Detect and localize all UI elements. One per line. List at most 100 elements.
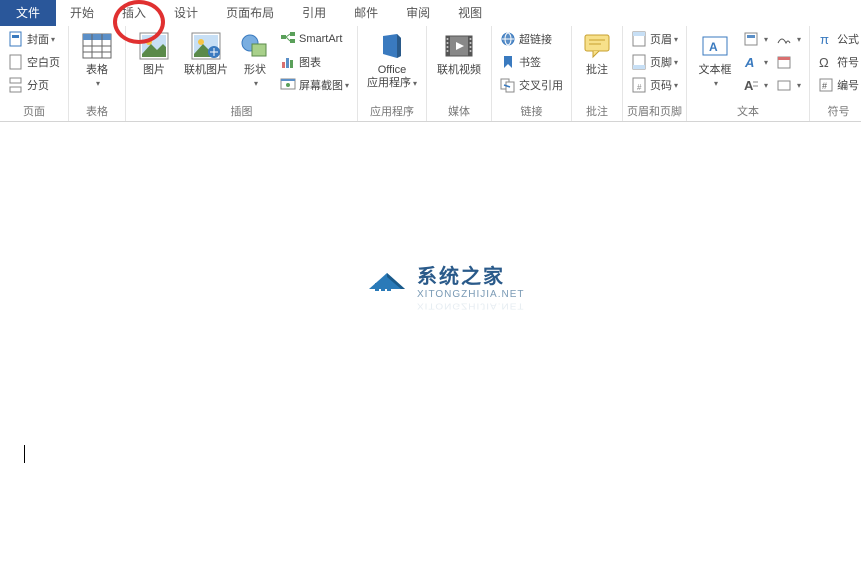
ribbon-tabs: 文件 开始 插入 设计 页面布局 引用 邮件 审阅 视图 (0, 0, 861, 26)
crossref-button[interactable]: 交叉引用 (496, 74, 567, 96)
text-misc-6[interactable]: ▾ (772, 74, 805, 96)
picture-icon (138, 30, 170, 62)
page-break-icon (8, 77, 24, 93)
page-break-button[interactable]: 分页 (4, 74, 64, 96)
svg-text:#: # (822, 81, 827, 91)
group-tables: 表格▾ 表格 (69, 26, 126, 121)
group-pages: 封面▾ 空白页 分页 页面 (0, 26, 69, 121)
bookmark-button[interactable]: 书签 (496, 51, 567, 73)
tab-view[interactable]: 视图 (444, 0, 496, 26)
group-pages-label: 页面 (4, 101, 64, 121)
text-misc-5[interactable] (772, 51, 805, 73)
group-apps: Office应用程序▾ 应用程序 (358, 26, 427, 121)
text-misc-1[interactable]: ▾ (739, 28, 772, 50)
svg-text:π: π (820, 32, 829, 47)
svg-text:A: A (744, 55, 754, 70)
symbol-icon: Ω (818, 54, 834, 70)
hyperlink-icon (500, 31, 516, 47)
group-text: A 文本框▾ ▾ A▾ A▾ ▾ ▾ 文本 (687, 26, 810, 121)
online-picture-button[interactable]: 联机图片 (178, 28, 234, 79)
tab-mail[interactable]: 邮件 (340, 0, 392, 26)
svg-text:#: # (637, 83, 642, 92)
tab-home[interactable]: 开始 (56, 0, 108, 26)
hyperlink-button[interactable]: 超链接 (496, 28, 567, 50)
textbox-button[interactable]: A 文本框▾ (691, 28, 739, 92)
footer-button[interactable]: 页脚▾ (627, 51, 682, 73)
numbering-button[interactable]: # 编号 (814, 74, 861, 96)
cover-page-icon (8, 31, 24, 47)
group-symbols-label: 符号 (814, 101, 861, 121)
text-cursor (24, 445, 25, 463)
watermark-logo-icon (365, 263, 409, 297)
page-number-button[interactable]: # 页码▾ (627, 74, 682, 96)
tab-design[interactable]: 设计 (160, 0, 212, 26)
group-text-label: 文本 (691, 101, 805, 121)
screenshot-icon (280, 77, 296, 93)
screenshot-button[interactable]: 屏幕截图▾ (276, 74, 353, 96)
tab-file[interactable]: 文件 (0, 0, 56, 26)
symbol-button[interactable]: Ω 符号 (814, 51, 861, 73)
chart-icon (280, 54, 296, 70)
comment-button[interactable]: 批注 (576, 28, 618, 79)
group-links: 超链接 书签 交叉引用 链接 (492, 26, 572, 121)
page-number-icon: # (631, 77, 647, 93)
equation-button[interactable]: π 公式 (814, 28, 861, 50)
text-misc-4[interactable]: ▾ (772, 28, 805, 50)
svg-text:Ω: Ω (819, 55, 829, 70)
date-time-icon (776, 54, 792, 70)
group-comments: 批注 批注 (572, 26, 623, 121)
dropcap-icon: A (743, 77, 759, 93)
blank-page-button[interactable]: 空白页 (4, 51, 64, 73)
office-apps-icon (376, 30, 408, 62)
picture-button[interactable]: 图片 (130, 28, 178, 79)
footer-icon (631, 54, 647, 70)
watermark-reflection: XITONGZHIJIA.NET (417, 301, 525, 310)
signature-icon (776, 31, 792, 47)
text-misc-3[interactable]: A▾ (739, 74, 772, 96)
equation-icon: π (818, 31, 834, 47)
header-icon (631, 31, 647, 47)
group-media: 联机视频 媒体 (427, 26, 492, 121)
header-button[interactable]: 页眉▾ (627, 28, 682, 50)
group-header-footer: 页眉▾ 页脚▾ # 页码▾ 页眉和页脚 (623, 26, 687, 121)
group-header-footer-label: 页眉和页脚 (627, 101, 682, 121)
watermark-title: 系统之家 (417, 260, 525, 289)
document-area[interactable]: 系统之家 XITONGZHIJIA.NET XITONGZHIJIA.NET (0, 152, 861, 572)
watermark-subtitle: XITONGZHIJIA.NET (417, 289, 525, 300)
tab-references[interactable]: 引用 (288, 0, 340, 26)
smartart-button[interactable]: SmartArt (276, 28, 353, 50)
tab-review[interactable]: 审阅 (392, 0, 444, 26)
group-comments-label: 批注 (576, 101, 618, 121)
group-illustrations-label: 插图 (130, 101, 353, 121)
object-icon (776, 77, 792, 93)
online-video-button[interactable]: 联机视频 (431, 28, 487, 79)
group-tables-label: 表格 (73, 101, 121, 121)
smartart-icon (280, 31, 296, 47)
numbering-icon: # (818, 77, 834, 93)
group-symbols: π 公式 Ω 符号 # 编号 符号 (810, 26, 861, 121)
table-button[interactable]: 表格▾ (73, 28, 121, 92)
video-icon (443, 30, 475, 62)
bookmark-icon (500, 54, 516, 70)
comment-icon (581, 30, 613, 62)
tab-insert[interactable]: 插入 (108, 0, 160, 26)
svg-text:A: A (709, 40, 718, 54)
ribbon: 封面▾ 空白页 分页 页面 表格▾ 表格 (0, 26, 861, 122)
blank-page-icon (8, 54, 24, 70)
text-misc-2[interactable]: A▾ (739, 51, 772, 73)
shapes-button[interactable]: 形状▾ (234, 28, 276, 92)
quick-parts-icon (743, 31, 759, 47)
table-icon (81, 30, 113, 62)
tab-layout[interactable]: 页面布局 (212, 0, 288, 26)
chart-button[interactable]: 图表 (276, 51, 353, 73)
group-illustrations: 图片 联机图片 形状▾ SmartArt 图表 (126, 26, 358, 121)
crossref-icon (500, 77, 516, 93)
group-apps-label: 应用程序 (362, 101, 422, 121)
cover-page-button[interactable]: 封面▾ (4, 28, 64, 50)
office-apps-button[interactable]: Office应用程序▾ (362, 28, 422, 92)
wordart-icon: A (743, 54, 759, 70)
group-links-label: 链接 (496, 101, 567, 121)
group-media-label: 媒体 (431, 101, 487, 121)
online-picture-icon (190, 30, 222, 62)
watermark: 系统之家 XITONGZHIJIA.NET XITONGZHIJIA.NET (365, 260, 525, 311)
